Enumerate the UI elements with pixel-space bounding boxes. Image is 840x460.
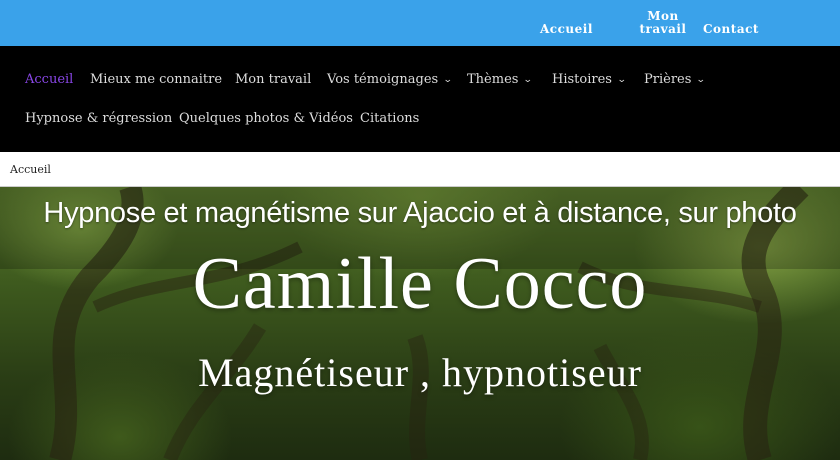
chevron-down-icon: ⌄	[443, 75, 453, 85]
nav-item-mon-travail[interactable]: Mon travail	[235, 72, 311, 87]
nav-item-mieux-me-connaitre[interactable]: Mieux me connaitre	[90, 72, 222, 87]
nav-item-label: Mon travail	[235, 72, 312, 87]
nav-item-themes[interactable]: Thèmes ⌄	[467, 72, 534, 87]
chevron-down-icon: ⌄	[696, 75, 707, 85]
nav-item-label: Quelques photos & Vidéos	[179, 111, 353, 126]
nav-item-label: Prières	[644, 72, 692, 87]
main-navigation: Accueil Mieux me connaitre Mon travail V…	[0, 46, 840, 152]
breadcrumb: Accueil	[0, 152, 840, 187]
nav-item-histoires[interactable]: Histoires ⌄	[552, 72, 627, 87]
nav-item-photos-videos[interactable]: Quelques photos & Vidéos	[179, 111, 353, 126]
hero-name: Camille Cocco	[192, 243, 648, 325]
nav-item-label: Accueil	[25, 72, 74, 87]
nav-item-label: Citations	[360, 111, 420, 126]
page-title: Hypnose et magnétisme sur Ajaccio et à d…	[43, 197, 797, 229]
top-link-mon-travail[interactable]: Mon travail	[636, 10, 690, 36]
hero-subtitle: Magnétiseur , hypnotiseur	[198, 350, 642, 395]
chevron-down-icon: ⌄	[523, 75, 534, 85]
chevron-down-icon: ⌄	[616, 75, 627, 85]
nav-item-label: Mieux me connaitre	[90, 72, 223, 87]
nav-item-label: Hypnose & régression	[25, 111, 173, 126]
top-bar: Accueil Mon travail Contact	[0, 0, 840, 46]
nav-item-label: Vos témoignages	[327, 72, 439, 87]
top-link-contact[interactable]: Contact	[703, 23, 759, 36]
nav-item-citations[interactable]: Citations	[360, 111, 419, 126]
breadcrumb-item-accueil[interactable]: Accueil	[10, 163, 51, 176]
nav-item-label: Histoires	[552, 72, 612, 87]
hero-banner: Camille Cocco Hypnose et magnétisme sur …	[0, 187, 840, 460]
nav-item-prieres[interactable]: Prières ⌄	[644, 72, 707, 87]
nav-item-hypnose-regression[interactable]: Hypnose & régression	[25, 111, 172, 126]
nav-item-accueil[interactable]: Accueil	[25, 72, 73, 87]
top-link-accueil[interactable]: Accueil	[540, 23, 593, 36]
nav-item-label: Thèmes	[467, 72, 519, 87]
nav-item-temoignages[interactable]: Vos témoignages ⌄	[327, 72, 453, 87]
